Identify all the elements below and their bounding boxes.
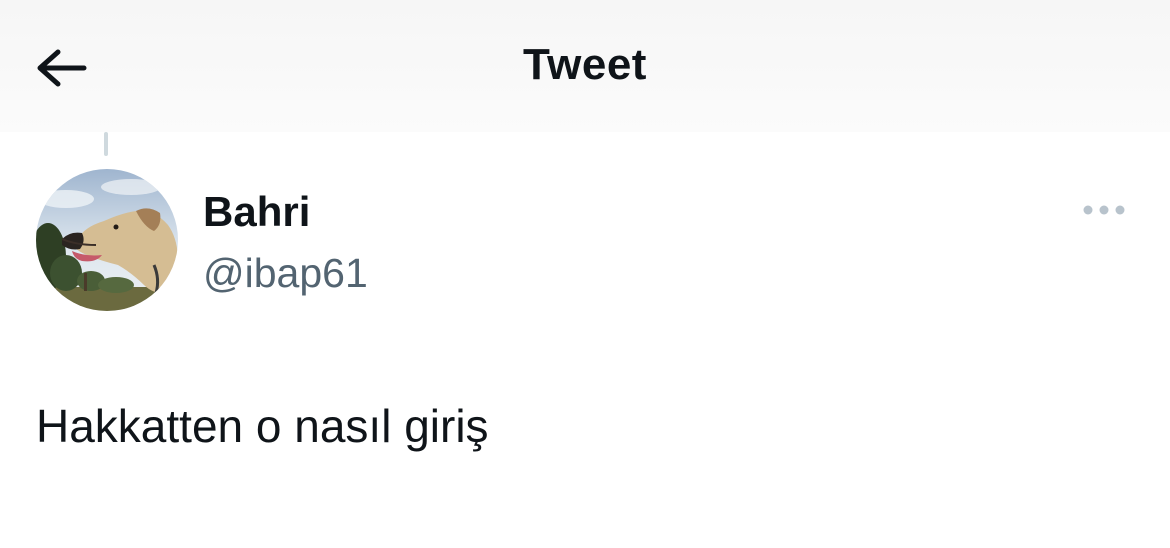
more-options-button[interactable] <box>1080 194 1128 226</box>
top-bar: Tweet <box>0 0 1170 132</box>
ellipsis-icon <box>1083 205 1125 215</box>
avatar[interactable] <box>36 169 178 311</box>
thread-connector-line <box>104 132 108 156</box>
author-display-name[interactable]: Bahri <box>203 188 310 236</box>
author-handle[interactable]: @ibap61 <box>203 250 368 297</box>
dog-avatar-image <box>36 169 178 311</box>
tweet-text: Hakkatten o nasıl giriş <box>36 400 489 452</box>
page-title: Tweet <box>523 40 647 89</box>
tweet-detail-screen: Tweet Bahri @ibap61 Hakkatten o nasıl gi… <box>0 0 1170 548</box>
